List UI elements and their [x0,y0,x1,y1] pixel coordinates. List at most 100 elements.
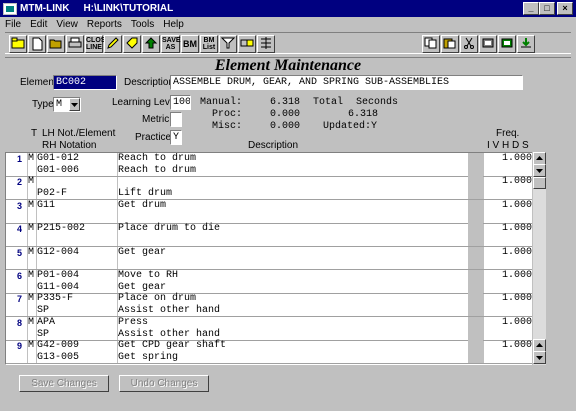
row-description[interactable]: Press [118,317,468,329]
element-grid[interactable]: 1 M G01-012 Reach to drum 1.0000 G01-006 Reach… [5,152,545,365]
proc-label: Proc: [212,109,243,120]
tag-icon[interactable] [123,35,141,53]
cut-icon[interactable] [460,35,478,53]
row-description[interactable]: Get gear [118,247,468,259]
copy-icon[interactable] [422,35,440,53]
save-changes-button[interactable]: Save Changes [19,375,109,392]
type-select[interactable]: M [53,97,81,112]
row-element-code[interactable]: P215-002 [37,223,117,235]
description-field[interactable]: ASSEMBLE DRUM, GEAR, AND SPRING SUB-ASSE… [170,75,523,90]
menu-reports[interactable]: Reports [87,19,122,30]
row-number: 7 [16,294,22,305]
app-icon[interactable] [3,2,17,15]
db-icon[interactable] [479,35,497,53]
table-row[interactable] [6,234,544,247]
new-document-icon[interactable] [28,35,46,53]
export-icon[interactable] [517,35,535,53]
table-row[interactable] [6,211,544,224]
menu-tools[interactable]: Tools [131,19,154,30]
scroll-down-button[interactable] [533,164,546,177]
menu-view[interactable]: View [56,19,78,30]
metric-field[interactable] [170,112,182,127]
row-shade-cell [468,270,483,282]
row-element-code[interactable]: G12-004 [37,247,117,259]
table-row[interactable]: SP Assist other hand [6,305,544,318]
table-row[interactable]: 6 M P01-004 Move to RH 1.0000 [6,270,544,282]
row-description[interactable]: Get drum [118,200,468,212]
link-icon[interactable] [238,35,256,53]
chevron-down-icon[interactable] [69,98,80,111]
row-type[interactable]: M [28,247,37,259]
seconds-label: Seconds [356,97,399,108]
row-element-code[interactable]: P01-004 [37,270,117,282]
close-button[interactable]: × [557,2,573,15]
table-row[interactable]: P02-F Lift drum [6,188,544,201]
row-shade-cell [468,223,483,236]
scroll-down-button[interactable] [533,351,546,364]
table-row[interactable]: SP Assist other hand [6,328,544,341]
table-row[interactable]: G13-005 Get spring [6,351,544,364]
menu-file[interactable]: File [5,19,21,30]
insert-icon[interactable] [257,35,275,53]
row-type[interactable]: M [28,293,37,305]
practice-field[interactable]: Y [170,130,182,145]
row-description[interactable]: Place drum to die [118,223,468,235]
table-row[interactable]: 2 M 1.0000 [6,176,544,189]
table-row[interactable] [6,258,544,271]
row-number: 9 [16,341,22,352]
toolbar: CLOSE LINE SAVE AS BM BM List [5,32,571,54]
row-element-code[interactable]: G42-009 [37,340,117,352]
saveas-button[interactable]: SAVE AS [161,35,181,53]
bmlist-button[interactable]: BM List [200,35,218,53]
practice-label: Practice: [135,132,174,143]
row-description[interactable]: Move to RH [118,270,468,282]
table-row[interactable]: 7 M P335-F Place on drum 1.0000 [6,293,544,306]
row-shade-cell [468,340,483,353]
undo-changes-button[interactable]: Undo Changes [119,375,209,392]
row-type[interactable]: M [28,340,37,352]
row-type[interactable]: M [28,200,37,212]
menu-help[interactable]: Help [163,19,184,30]
table-row[interactable]: 1 M G01-012 Reach to drum 1.0000 [6,153,544,165]
element-field[interactable]: BC002 [53,75,117,90]
row-type[interactable]: M [28,317,37,329]
minimize-button[interactable]: _ [523,2,539,15]
up-arrow-icon[interactable] [142,35,160,53]
menu-edit[interactable]: Edit [30,19,47,30]
row-number: 2 [16,177,22,188]
table-row[interactable]: 9 M G42-009 Get CPD gear shaft 1.0000 [6,340,544,353]
row-number: 8 [16,317,22,328]
db2-icon[interactable] [498,35,516,53]
row-description[interactable]: Get CPD gear shaft [118,340,468,352]
table-row[interactable]: G01-006 Reach to drum [6,164,544,177]
row-element-code[interactable]: G11 [37,200,117,212]
row-element-code[interactable]: APA [37,317,117,329]
table-row[interactable]: 3 M G11 Get drum 1.0000 [6,199,544,212]
row-number: 6 [16,271,22,281]
row-description[interactable]: Place on drum [118,293,468,305]
paste-icon[interactable] [441,35,459,53]
row-type[interactable]: M [28,223,37,235]
closeline-button[interactable]: CLOSE LINE [85,35,110,53]
row-shade-cell [468,293,483,306]
row-element-code[interactable]: P335-F [37,293,117,305]
bm-button[interactable]: BM [181,35,199,53]
row-type[interactable]: M [28,270,37,282]
filter-icon[interactable] [219,35,237,53]
row-type[interactable]: M [28,153,37,165]
open-folder-icon[interactable] [9,35,27,53]
table-row[interactable]: G11-004 Get gear [6,281,544,294]
scroll-thumb[interactable] [533,177,546,189]
maximize-button[interactable]: □ [539,2,555,15]
row-type[interactable]: M [28,176,37,188]
table-row[interactable]: 4 M P215-002 Place drum to die 1.0000 [6,223,544,236]
learning-level-field[interactable]: 100 [170,95,191,110]
table-row[interactable]: 8 M APA Press 1.0000 [6,316,544,329]
pencil-icon[interactable] [104,35,122,53]
print-icon[interactable] [66,35,84,53]
row-element-code[interactable]: G01-012 [37,153,117,165]
table-row[interactable]: 5 M G12-004 Get gear 1.0000 [6,246,544,259]
row-description[interactable]: Reach to drum [118,153,468,165]
grid-scrollbar[interactable] [532,152,546,365]
open-icon[interactable] [47,35,65,53]
